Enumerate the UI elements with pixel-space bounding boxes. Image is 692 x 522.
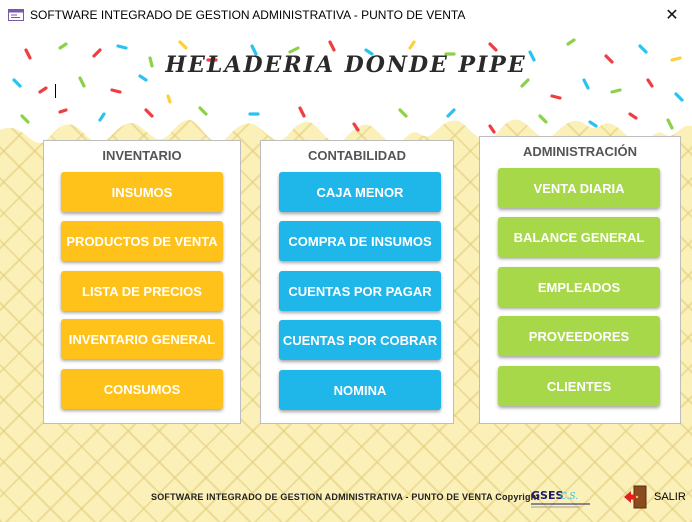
window-title: SOFTWARE INTEGRADO DE GESTION ADMINISTRA… xyxy=(30,8,466,22)
productos-de-venta-button[interactable]: PRODUCTOS DE VENTA xyxy=(61,221,223,261)
inventario-general-button[interactable]: INVENTARIO GENERAL xyxy=(61,319,223,359)
consumos-button[interactable]: CONSUMOS xyxy=(61,369,223,409)
form-app-icon xyxy=(8,9,24,21)
balance-general-button[interactable]: BALANCE GENERAL xyxy=(498,217,660,257)
close-icon: ✕ xyxy=(665,7,679,24)
lista-de-precios-button[interactable]: LISTA DE PRECIOS xyxy=(61,271,223,311)
copyright-text: SOFTWARE INTEGRADO DE GESTION ADMINISTRA… xyxy=(151,492,540,502)
close-button[interactable]: ✕ xyxy=(652,0,692,30)
developer-logo: GSES C.S. xyxy=(531,489,590,508)
venta-diaria-button[interactable]: VENTA DIARIA xyxy=(498,168,660,208)
cuentas-por-pagar-button[interactable]: CUENTAS POR PAGAR xyxy=(279,271,441,311)
cuentas-por-cobrar-button[interactable]: CUENTAS POR COBRAR xyxy=(279,320,441,360)
business-title: HELADERIA DONDE PIPE xyxy=(165,52,527,78)
exit-door-icon xyxy=(624,485,647,509)
svg-text:GSES: GSES xyxy=(531,489,563,502)
inventario-title: INVENTARIO xyxy=(102,148,182,163)
contabilidad-title: CONTABILIDAD xyxy=(308,148,406,163)
exit-button[interactable]: SALIR xyxy=(624,482,688,512)
empleados-button[interactable]: EMPLEADOS xyxy=(498,267,660,307)
administracion-panel: ADMINISTRACIÓN VENTA DIARIA BALANCE GENE… xyxy=(479,136,681,424)
caja-menor-button[interactable]: CAJA MENOR xyxy=(279,172,441,212)
text-cursor xyxy=(55,84,56,98)
clientes-button[interactable]: CLIENTES xyxy=(498,366,660,406)
compra-de-insumos-button[interactable]: COMPRA DE INSUMOS xyxy=(279,221,441,261)
svg-text:C.S.: C.S. xyxy=(560,492,578,502)
inventario-panel: INVENTARIO INSUMOS PRODUCTOS DE VENTA LI… xyxy=(43,140,241,424)
administracion-title: ADMINISTRACIÓN xyxy=(522,144,638,159)
main-form: HELADERIA DONDE PIPE INVENTARIO INSUMOS … xyxy=(0,30,692,522)
window-titlebar: SOFTWARE INTEGRADO DE GESTION ADMINISTRA… xyxy=(0,0,692,30)
nomina-button[interactable]: NOMINA xyxy=(279,370,441,410)
exit-label: SALIR xyxy=(654,491,686,503)
insumos-button[interactable]: INSUMOS xyxy=(61,172,223,212)
contabilidad-panel: CONTABILIDAD CAJA MENOR COMPRA DE INSUMO… xyxy=(260,140,454,424)
proveedores-button[interactable]: PROVEEDORES xyxy=(498,316,660,356)
